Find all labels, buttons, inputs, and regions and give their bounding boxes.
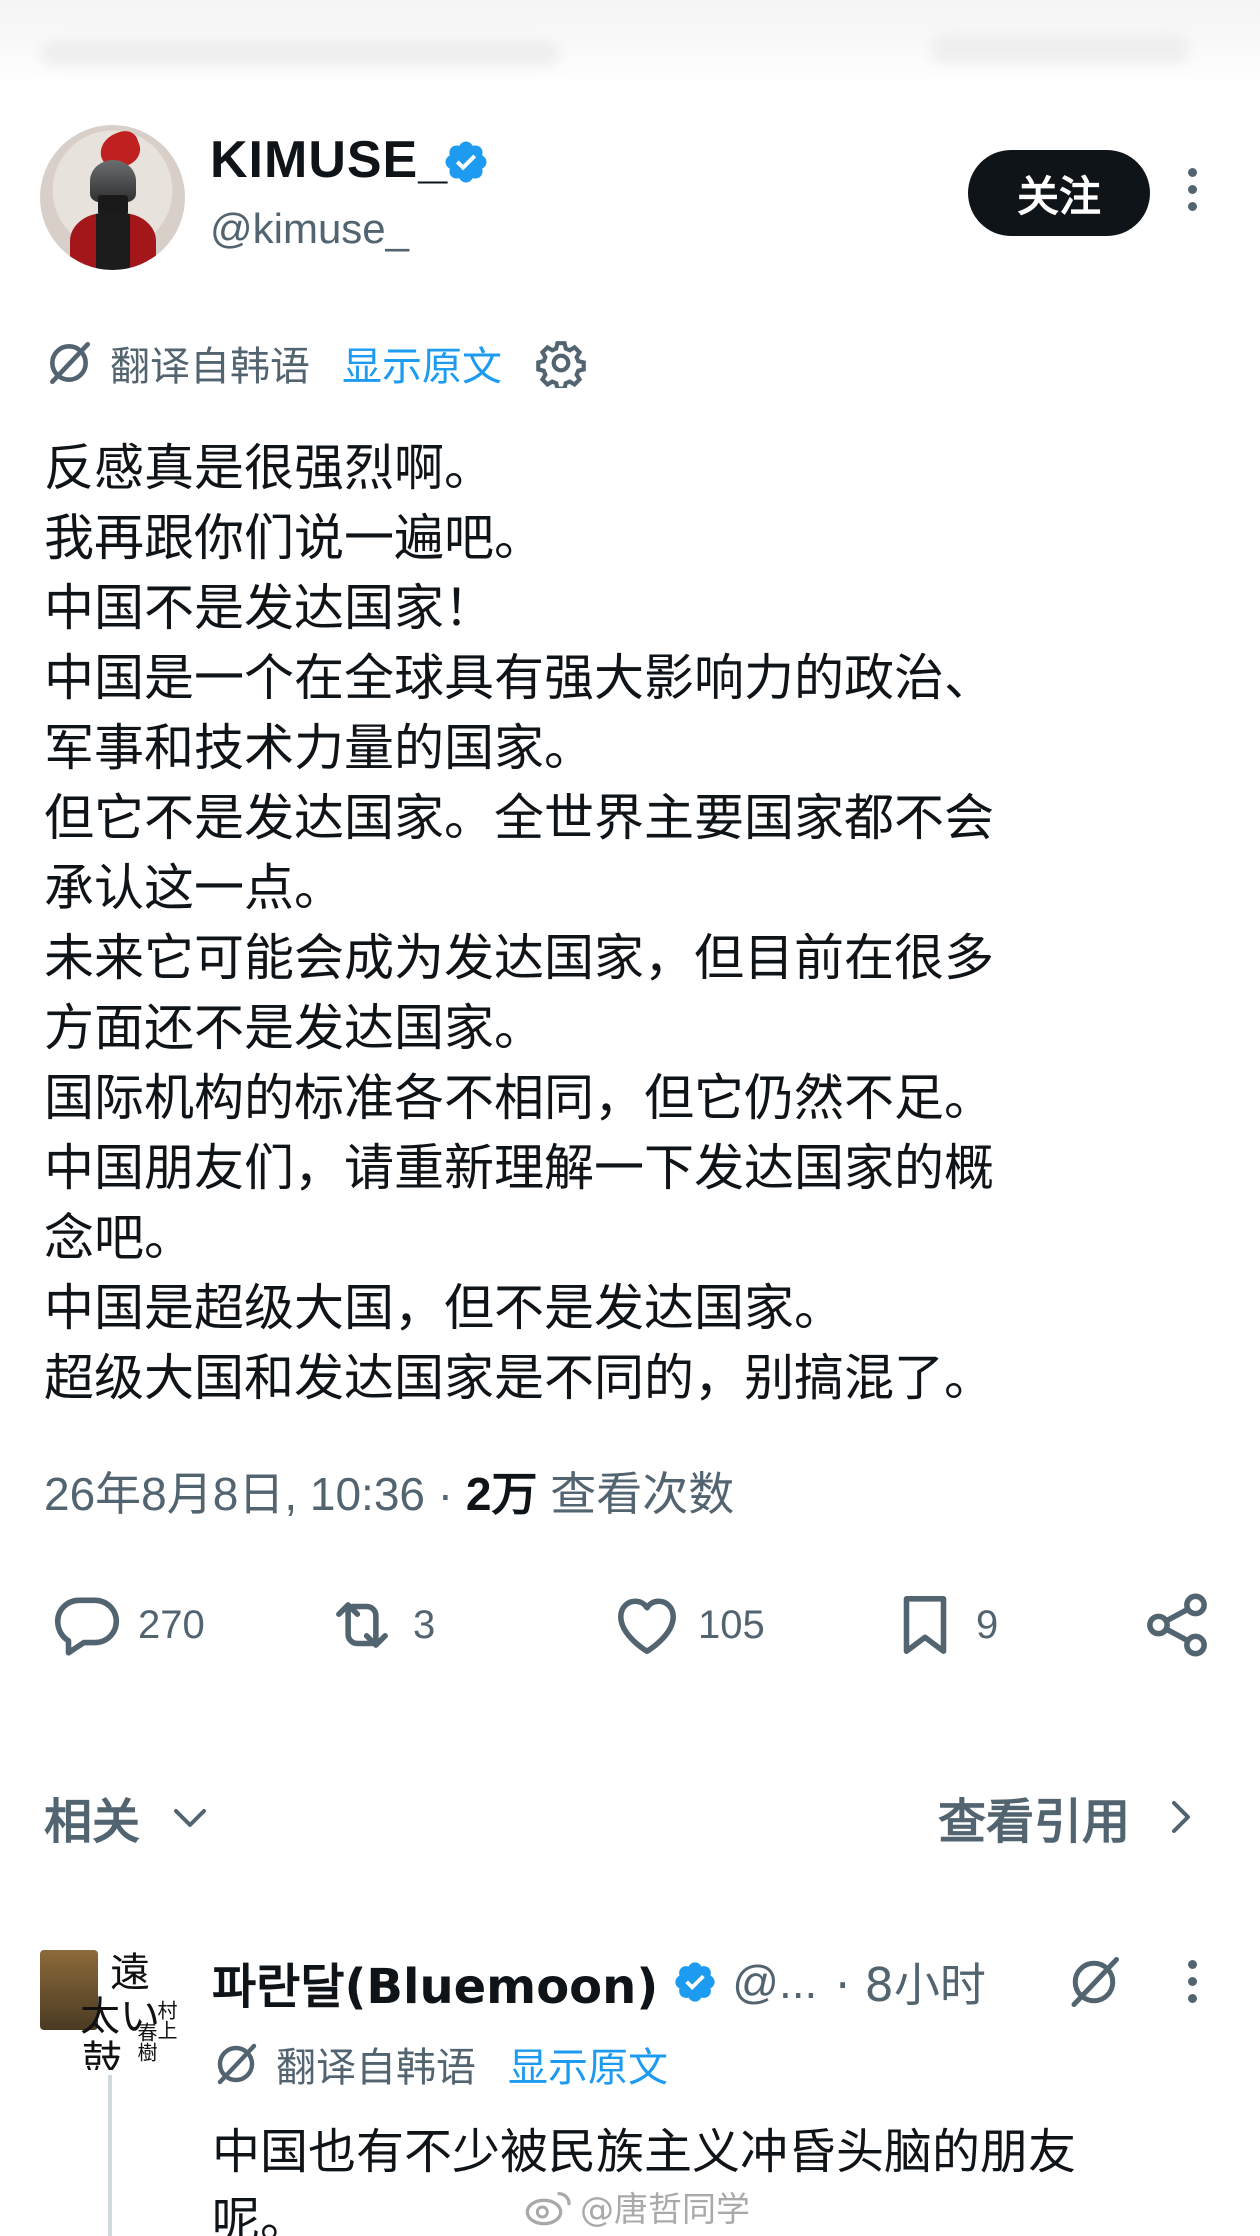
avatar-body <box>70 213 156 270</box>
verified-badge-icon <box>445 141 487 183</box>
grok-translate-icon <box>50 341 91 385</box>
blurred-text <box>40 40 560 66</box>
top-bar-blurred <box>0 0 1260 90</box>
translated-from-label: 翻译自韩语 <box>110 344 310 390</box>
reply-display-name[interactable]: 파란달(Bluemoon) <box>212 1947 658 2017</box>
reply-count: 270 <box>138 1602 205 1647</box>
tweet-date[interactable]: 26年8月8日, 10:36 <box>44 1468 425 1520</box>
thread-line <box>108 2075 112 2236</box>
bookmark-count: 9 <box>976 1602 999 1647</box>
avatar[interactable] <box>40 125 185 270</box>
reply-button[interactable]: 270 <box>50 1585 205 1665</box>
weibo-logo-icon <box>525 2191 571 2225</box>
reply-avatar[interactable]: 遠 太い 鼓 村上 春樹 <box>40 1940 180 2070</box>
related-dropdown[interactable]: 相关 <box>44 1782 214 1852</box>
view-count: 2万 <box>465 1468 538 1520</box>
chevron-right-icon <box>1172 1801 1191 1833</box>
avatar-face <box>98 195 128 215</box>
reply-icon <box>54 1597 120 1656</box>
tweet-text: 反感真是很强烈啊。 我再跟你们说一遍吧。 中国不是发达国家！ 中国是一个在全球具… <box>44 439 994 1407</box>
like-button[interactable]: 105 <box>610 1585 765 1665</box>
meta-separator: · <box>425 1468 466 1520</box>
reply-translation-row: 翻译自韩语 显示原文 <box>212 2036 702 2092</box>
view-quotes-link[interactable]: 查看引用 <box>938 1782 1204 1852</box>
grok-translate-icon <box>217 2043 257 2085</box>
user-handle[interactable]: @kimuse_ <box>210 205 409 253</box>
blurred-text <box>930 34 1190 64</box>
tweet-meta: 26年8月8日, 10:36 · 2万 查看次数 <box>44 1458 734 1524</box>
watermark-text: @唐哲同学 <box>580 2190 750 2230</box>
view-quotes-label: 查看引用 <box>938 1794 1131 1850</box>
reply-timestamp[interactable]: · 8小时 <box>835 1949 986 2015</box>
translation-row: 翻译自韩语 显示原文 <box>44 335 586 391</box>
heart-icon <box>618 1598 676 1654</box>
share-button[interactable] <box>1140 1585 1214 1665</box>
action-bar: 270 3 105 9 <box>0 1585 1260 1665</box>
reply-avatar-text: 春樹 <box>134 2022 158 2062</box>
watermark: @唐哲同学 <box>524 2182 750 2231</box>
views-label: 查看次数 <box>537 1468 735 1520</box>
more-options-icon[interactable] <box>1180 168 1204 218</box>
like-count: 105 <box>698 1602 765 1647</box>
reply-more-options-icon[interactable] <box>1180 1960 1204 2010</box>
share-icon <box>1147 1593 1207 1657</box>
repost-button[interactable]: 3 <box>325 1585 435 1665</box>
reply-avatar-text: 鼓 <box>82 2038 122 2070</box>
related-label: 相关 <box>44 1794 141 1850</box>
chevron-down-icon <box>174 1809 207 1827</box>
show-original-link[interactable]: 显示原文 <box>508 2035 668 2093</box>
verified-badge-icon <box>675 1962 715 2002</box>
bookmark-icon <box>903 1596 947 1654</box>
grok-icon[interactable] <box>1064 1952 1124 2012</box>
gear-icon[interactable] <box>536 338 586 388</box>
translated-from-label: 翻译自韩语 <box>276 2045 476 2091</box>
show-original-link[interactable]: 显示原文 <box>342 334 502 392</box>
reply-header: 파란달(Bluemoon) @... · 8小时 <box>212 1947 986 2017</box>
repost-count: 3 <box>413 1602 436 1647</box>
follow-button[interactable]: 关注 <box>968 150 1150 236</box>
repost-icon <box>336 1602 388 1648</box>
bookmark-button[interactable]: 9 <box>888 1585 998 1665</box>
display-name[interactable]: KIMUSE_ <box>210 130 448 190</box>
reply-handle[interactable]: @... <box>732 1955 817 2009</box>
